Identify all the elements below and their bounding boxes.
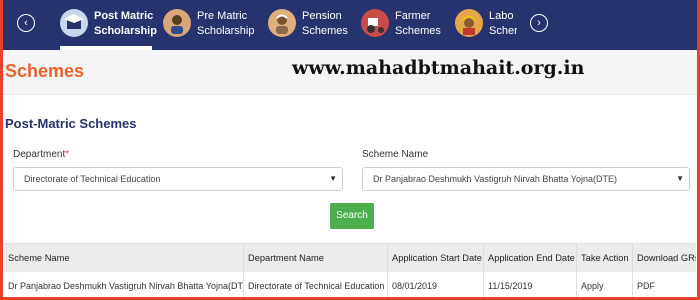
page-frame-border (0, 0, 700, 300)
